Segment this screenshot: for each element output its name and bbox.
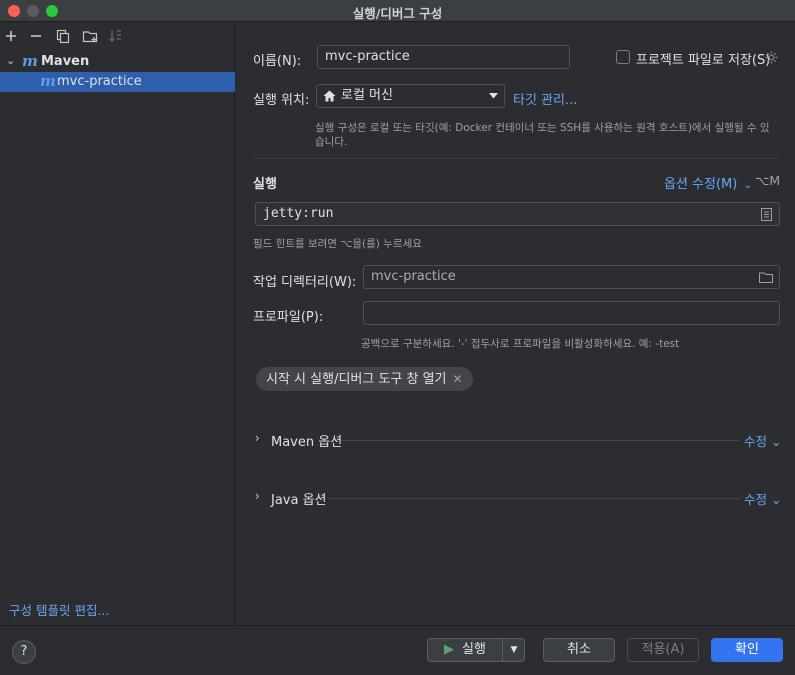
add-configuration-button[interactable] xyxy=(2,27,20,45)
dialog-buttons-bar: ? ▶ 실행 ▼ 취소 적용(A) 확인 xyxy=(0,625,795,675)
play-icon: ▶ xyxy=(444,642,455,657)
gear-icon[interactable] xyxy=(764,50,779,65)
run-on-label: 실행 위치: xyxy=(253,93,310,108)
dropdown-arrow-icon xyxy=(489,93,498,99)
edit-label: 수정 xyxy=(744,434,768,449)
tree-group-maven[interactable]: ⌄ m Maven xyxy=(0,52,235,72)
run-options-dropdown[interactable]: ▼ xyxy=(502,639,525,661)
tree-item-label: mvc-practice xyxy=(57,74,142,89)
sort-icon xyxy=(109,30,121,42)
command-hint: 필드 힌트를 보려면 ⌥을(를) 누르세요 xyxy=(253,238,422,250)
command-line-input[interactable]: jetty:run xyxy=(255,202,780,226)
run-button[interactable]: ▶ 실행 ▼ xyxy=(427,638,525,662)
modify-options-shortcut: ⌥M xyxy=(755,173,781,188)
store-as-project-file-checkbox[interactable] xyxy=(616,50,630,64)
new-folder-button[interactable] xyxy=(81,27,99,45)
configurations-sidebar: ⌄ m Maven m mvc-practice 구성 템플릿 편집... xyxy=(0,22,235,625)
command-line-value: jetty:run xyxy=(263,206,334,221)
name-label: 이름(N): xyxy=(253,54,302,69)
run-button-main[interactable]: ▶ 실행 xyxy=(428,639,502,661)
manage-targets-link[interactable]: 타깃 관리... xyxy=(513,89,577,108)
run-on-value: 로컬 머신 xyxy=(341,88,393,103)
title-bar: 실행/디버그 구성 xyxy=(0,0,795,22)
configuration-form: 이름(N): mvc-practice 프로젝트 파일로 저장(S) 실행 위치… xyxy=(236,22,795,625)
java-options-edit-link[interactable]: 수정 ⌄ xyxy=(744,489,781,508)
chevron-down-icon: ⌄ xyxy=(6,54,16,67)
maven-options-label: Maven 옵션 xyxy=(271,435,343,450)
working-directory-label: 작업 디렉터리(W): xyxy=(253,275,357,290)
maven-icon: m xyxy=(22,52,38,70)
working-directory-input[interactable]: mvc-practice xyxy=(363,265,780,289)
folder-plus-icon xyxy=(82,31,98,43)
java-options-row[interactable]: › Java 옵션 수정 ⌄ xyxy=(255,489,781,508)
run-button-label: 실행 xyxy=(462,642,486,657)
profiles-label: 프로파일(P): xyxy=(253,310,324,325)
tree-group-label: Maven xyxy=(41,54,90,69)
maven-options-row[interactable]: › Maven 옵션 수정 ⌄ xyxy=(255,431,781,450)
modify-options-label: 옵션 수정(M) xyxy=(664,177,738,192)
chevron-right-icon: › xyxy=(255,431,260,445)
expand-editor-icon[interactable] xyxy=(761,208,772,221)
run-on-hint-line2: 습니다. xyxy=(315,136,348,148)
plus-icon xyxy=(6,31,16,41)
minus-icon xyxy=(31,35,41,37)
copy-configuration-button[interactable] xyxy=(54,27,72,45)
sidebar-toolbar xyxy=(0,22,235,50)
run-section-title: 실행 xyxy=(253,177,277,192)
edit-templates-link[interactable]: 구성 템플릿 편집... xyxy=(9,600,109,619)
help-button[interactable]: ? xyxy=(12,640,36,664)
chevron-right-icon: › xyxy=(255,489,260,503)
chevron-down-icon: ⌄ xyxy=(743,180,752,191)
maven-icon: m xyxy=(40,72,56,90)
tree-item-mvc-practice[interactable]: m mvc-practice xyxy=(0,72,235,92)
copy-icon xyxy=(56,29,70,44)
modify-options-link[interactable]: 옵션 수정(M) ⌄ xyxy=(664,173,752,192)
cancel-button[interactable]: 취소 xyxy=(543,638,615,662)
store-as-project-file-label[interactable]: 프로젝트 파일로 저장(S) xyxy=(636,49,770,68)
remove-configuration-button[interactable] xyxy=(27,27,45,45)
open-tool-window-chip[interactable]: 시작 시 실행/디버그 도구 창 열기 ✕ xyxy=(256,367,473,391)
maven-options-edit-link[interactable]: 수정 ⌄ xyxy=(744,431,781,450)
working-directory-value: mvc-practice xyxy=(371,269,456,284)
folder-icon[interactable] xyxy=(759,272,773,283)
run-on-hint-line1: 실행 구성은 로컬 또는 타깃(예: Docker 컨테이너 또는 SSH를 사… xyxy=(315,122,770,134)
ok-button[interactable]: 확인 xyxy=(711,638,783,662)
home-icon xyxy=(323,90,336,102)
java-options-line xyxy=(329,498,740,499)
window-title: 실행/디버그 구성 xyxy=(352,6,443,21)
profiles-input[interactable] xyxy=(363,301,780,325)
chip-label: 시작 시 실행/디버그 도구 창 열기 xyxy=(266,372,447,387)
apply-button[interactable]: 적용(A) xyxy=(627,638,699,662)
sort-button[interactable] xyxy=(107,27,125,45)
close-icon[interactable]: ✕ xyxy=(453,372,463,386)
profiles-hint: 공백으로 구분하세요. '-' 접두사로 프로파일을 비활성화하세요. 예: -… xyxy=(361,338,680,350)
section-divider xyxy=(253,158,780,159)
name-input[interactable]: mvc-practice xyxy=(317,45,570,69)
edit-label: 수정 xyxy=(744,492,768,507)
maven-options-line xyxy=(342,440,740,441)
run-on-dropdown[interactable]: 로컬 머신 xyxy=(316,84,505,108)
java-options-label: Java 옵션 xyxy=(271,493,327,508)
